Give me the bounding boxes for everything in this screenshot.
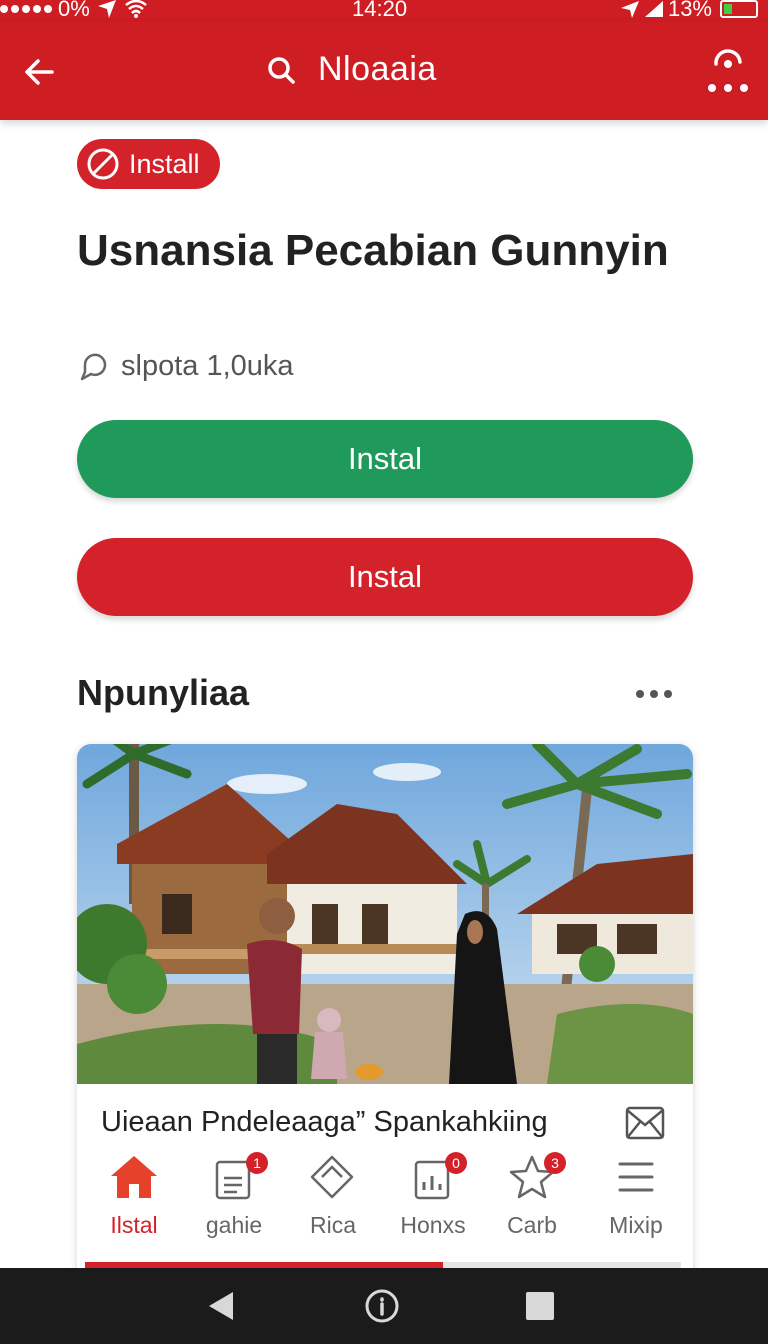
tab-label: Carb <box>507 1212 557 1238</box>
tab-label: Ilstal <box>110 1212 158 1238</box>
notification-badge: 1 <box>246 1152 268 1174</box>
article-card[interactable]: Uieaan Pndeleaaga” Spankahkiing Ilstal 1… <box>77 744 693 1284</box>
install-button-secondary[interactable]: Instal <box>77 538 693 616</box>
tab-bar: Ilstal 1 gahie Rica 0 Honxs 3 Carb Mixip <box>77 1152 693 1254</box>
search-icon <box>268 56 295 84</box>
signal-text: 0% <box>58 0 90 21</box>
tab-honxs[interactable]: 0 Honxs <box>383 1152 483 1239</box>
notification-badge: 3 <box>544 1152 566 1174</box>
page-title: Usnansia Pecabian Gunnyin <box>77 226 669 275</box>
tab-label: gahie <box>205 1212 263 1238</box>
battery-icon <box>720 0 758 18</box>
back-nav-icon[interactable] <box>203 1288 239 1324</box>
cell-signal-icon <box>644 1 663 17</box>
back-arrow-icon[interactable] <box>20 52 60 92</box>
more-horizontal-icon[interactable] <box>636 690 672 698</box>
card-caption: Uieaan Pndeleaaga” Spankahkiing <box>101 1106 548 1138</box>
home-nav-icon[interactable] <box>364 1288 400 1324</box>
meta-text: slpota 1,0uka <box>121 350 294 382</box>
app-bar: Nloaaia <box>0 22 768 120</box>
system-nav-bar <box>0 1268 768 1344</box>
no-entry-icon <box>87 148 119 180</box>
meta-row: slpota 1,0uka <box>77 350 294 383</box>
tab-install[interactable]: Ilstal <box>84 1154 184 1239</box>
mail-icon[interactable] <box>625 1106 665 1140</box>
tab-rica[interactable]: Rica <box>283 1154 383 1239</box>
tab-label: Rica <box>309 1212 356 1238</box>
clock: 14:20 <box>352 0 408 21</box>
section-title: Npunyliaa <box>77 672 250 713</box>
menu-icon <box>618 1162 654 1192</box>
search-title: Nloaaia <box>318 50 437 88</box>
status-left: 0% <box>0 0 148 20</box>
location-icon <box>97 0 116 18</box>
status-right: 13% <box>620 0 758 20</box>
tag-icon <box>310 1155 354 1199</box>
install-button[interactable]: Instal <box>77 420 693 498</box>
install-chip[interactable]: Install <box>77 139 220 189</box>
status-bar: 0% 14:20 13% <box>0 0 768 22</box>
comment-icon <box>80 353 107 380</box>
village-photo <box>77 744 693 1084</box>
tab-carb[interactable]: 3 Carb <box>482 1152 582 1239</box>
tab-label: Honxs <box>400 1212 466 1238</box>
signal-dots-icon <box>0 5 52 13</box>
tab-gahie[interactable]: 1 gahie <box>184 1152 284 1239</box>
wifi-icon <box>125 0 147 18</box>
home-icon <box>111 1156 157 1198</box>
tab-mixip[interactable]: Mixip <box>586 1154 686 1239</box>
more-options-icon[interactable] <box>706 48 750 96</box>
tab-label: Mixip <box>609 1212 663 1238</box>
battery-percent: 13% <box>667 0 712 21</box>
recents-nav-icon[interactable] <box>522 1288 558 1324</box>
search-bar[interactable]: Nloaaia <box>266 50 437 89</box>
notification-badge: 0 <box>445 1152 467 1174</box>
chip-label: Install <box>129 148 200 179</box>
navigation-icon <box>620 1 639 18</box>
